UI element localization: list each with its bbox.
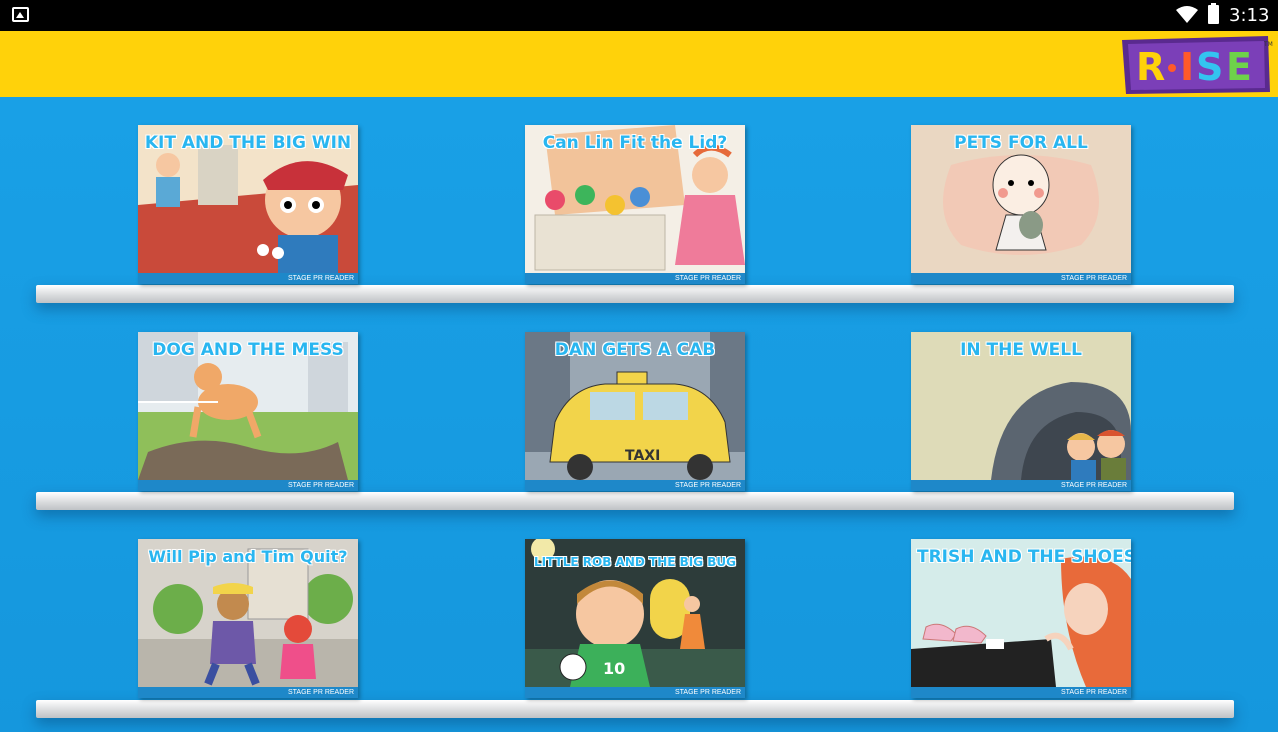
shelf-1 — [36, 285, 1234, 303]
svg-text:TAXI: TAXI — [625, 448, 660, 464]
book-little-rob-and-the-big-bug[interactable]: 10 LITTLE ROB AND THE BIG BUG STAGE PR R… — [525, 539, 745, 698]
book-title: KIT AND THE BIG WIN — [144, 133, 352, 153]
book-trish-and-the-shoes[interactable]: TRISH AND THE SHOES STAGE PR READER — [911, 539, 1131, 698]
book-will-pip-and-tim-quit[interactable]: Will Pip and Tim Quit? STAGE PR READER — [138, 539, 358, 698]
shelf-2 — [36, 492, 1234, 510]
stage-badge: STAGE PR READER — [138, 273, 358, 284]
svg-text:TM: TM — [1263, 41, 1273, 48]
svg-text:S: S — [1196, 45, 1223, 89]
status-bar: 3:13 — [0, 0, 1278, 31]
book-title: PETS FOR ALL — [954, 133, 1088, 153]
svg-text:I: I — [1180, 45, 1194, 89]
stage-badge: STAGE PR READER — [911, 273, 1131, 284]
image-notification-icon — [12, 7, 29, 22]
book-pets-for-all[interactable]: PETS FOR ALL STAGE PR READER — [911, 125, 1131, 284]
rise-logo: R I S E TM — [1122, 36, 1273, 94]
book-kit-and-the-big-win[interactable]: KIT AND THE BIG WIN STAGE PR READER — [138, 125, 358, 284]
book-title: IN THE WELL — [960, 340, 1082, 360]
svg-text:10: 10 — [603, 659, 625, 678]
stage-badge: STAGE PR READER — [138, 687, 358, 698]
book-title: DAN GETS A CAB — [554, 340, 716, 360]
app-bar — [0, 31, 1278, 97]
wifi-icon — [1176, 6, 1198, 23]
stage-badge: STAGE PR READER — [911, 480, 1131, 491]
stage-badge: STAGE PR READER — [138, 480, 358, 491]
book-title: LITTLE ROB AND THE BIG BUG — [534, 555, 736, 569]
book-title: TRISH AND THE SHOES — [917, 547, 1131, 567]
stage-badge: STAGE PR READER — [525, 687, 745, 698]
stage-badge: STAGE PR READER — [525, 480, 745, 491]
logo-letter-r: R — [1136, 45, 1165, 89]
book-dan-gets-a-cab[interactable]: TAXI DAN GETS A CAB STAGE PR READER — [525, 332, 745, 491]
book-in-the-well[interactable]: IN THE WELL STAGE PR READER — [911, 332, 1131, 491]
stage-badge: STAGE PR READER — [911, 687, 1131, 698]
clock: 3:13 — [1229, 5, 1270, 26]
battery-icon — [1208, 3, 1219, 24]
book-title: DOG AND THE MESS — [152, 340, 344, 360]
shelf-3 — [36, 700, 1234, 718]
book-title: Can Lin Fit the Lid? — [542, 133, 728, 153]
book-dog-and-the-mess[interactable]: DOG AND THE MESS STAGE PR READER — [138, 332, 358, 491]
stage-badge: STAGE PR READER — [525, 273, 745, 284]
svg-text:E: E — [1226, 45, 1252, 89]
book-can-lin-fit-the-lid[interactable]: Can Lin Fit the Lid? STAGE PR READER — [525, 125, 745, 284]
book-title: Will Pip and Tim Quit? — [148, 547, 348, 566]
